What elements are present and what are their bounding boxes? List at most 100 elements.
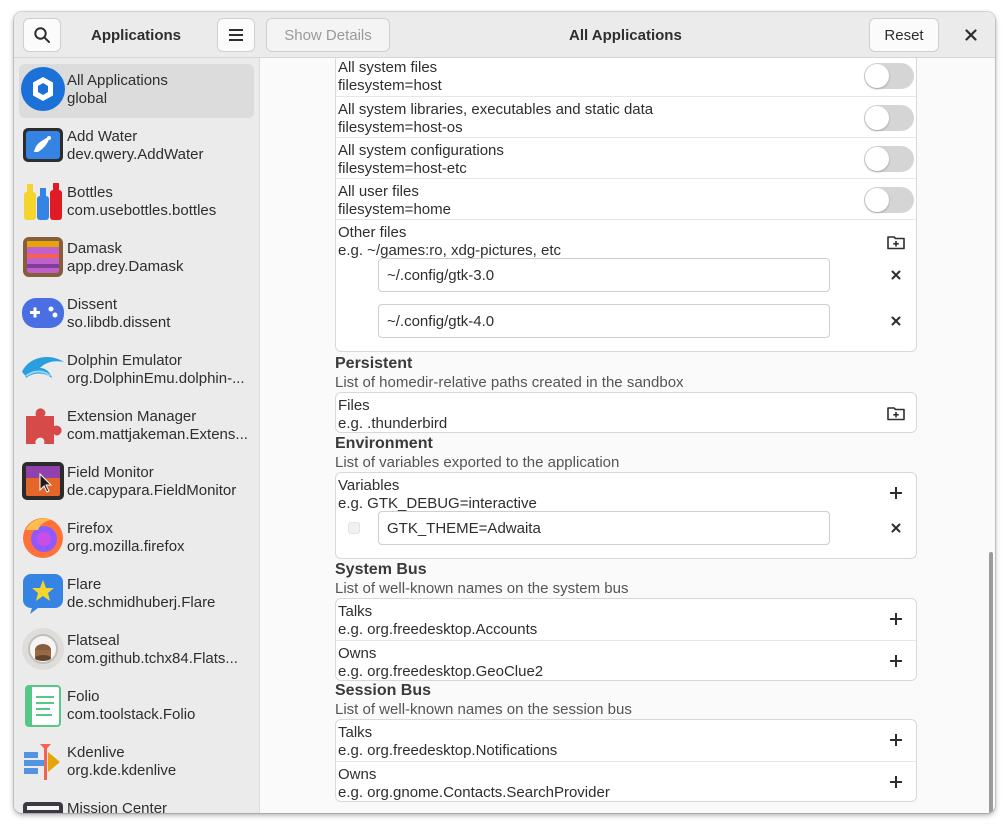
row-title: All system files [338,59,438,76]
sidebar-item-firefox[interactable]: Firefox org.mozilla.firefox [19,512,254,566]
add-system-owns-button[interactable] [884,649,908,673]
app-name: All Applications [67,72,168,89]
search-icon [34,27,50,43]
filesystem-host-etc-switch[interactable] [864,146,914,172]
sidebar-item-extension-manager[interactable]: Extension Manager com.mattjakeman.Extens… [19,400,254,454]
close-icon [965,29,977,41]
app-name: Kdenlive [67,744,125,761]
sidebar-item-dolphin-emulator[interactable]: Dolphin Emulator org.DolphinEmu.dolphin-… [19,344,254,398]
main-menu-button[interactable] [217,18,255,52]
row-subtitle: e.g. GTK_DEBUG=interactive [338,495,537,512]
app-id: global [67,90,108,107]
filesystem-home-switch[interactable] [864,187,914,213]
other-file-entry-2[interactable]: ~/.config/gtk-4.0 [378,304,830,338]
kdenlive-icon [20,738,66,784]
app-name: Folio [67,688,100,705]
sidebar-item-bottles[interactable]: Bottles com.usebottles.bottles [19,176,254,230]
close-icon [891,523,901,533]
row-title: Owns [338,645,377,662]
app-name: Dissent [67,296,118,313]
session-bus-section-title: Session Bus [335,682,432,699]
applications-sidebar: All Applications global Add Water dev.qw… [14,58,260,813]
app-name: Flare [67,576,102,593]
plus-icon [890,776,902,788]
search-button[interactable] [23,18,61,52]
app-name: Firefox [67,520,113,537]
sidebar-item-all-applications[interactable]: All Applications global [19,64,254,118]
add-system-talks-button[interactable] [884,607,908,631]
session-bus-section-description: List of well-known names on the session … [335,701,632,718]
puzzle-icon [20,402,66,448]
add-persistent-button[interactable] [884,401,908,425]
add-session-talks-button[interactable] [884,728,908,752]
row-subtitle: e.g. org.freedesktop.GeoClue2 [338,663,544,680]
main-scrollbar[interactable] [989,552,993,813]
sidebar-title: Applications [91,26,182,44]
sidebar-item-folio[interactable]: Folio com.toolstack.Folio [19,680,254,734]
row-title: Talks [338,603,373,620]
app-id: org.mozilla.firefox [67,538,185,555]
plus-icon [890,487,902,499]
add-other-file-button[interactable] [884,230,908,254]
sidebar-item-damask[interactable]: Damask app.drey.Damask [19,232,254,286]
row-subtitle: e.g. ~/games:ro, xdg-pictures, etc [338,242,562,259]
dolphin-icon [20,346,66,392]
app-id: com.toolstack.Folio [67,706,196,723]
variable-entry-1[interactable]: GTK_THEME=Adwaita [378,511,830,545]
sidebar-item-flatseal[interactable]: Flatseal com.github.tchx84.Flats... [19,624,254,678]
filesystem-row-host-os: All system libraries, executables and st… [336,96,916,137]
system-bus-owns-row: Owns e.g. org.freedesktop.GeoClue2 [336,640,916,681]
folio-icon [20,682,66,728]
filesystem-host-switch[interactable] [864,63,914,89]
field-monitor-icon [20,458,66,504]
row-title: All system libraries, executables and st… [338,101,654,118]
sidebar-item-flare[interactable]: Flare de.schmidhuberj.Flare [19,568,254,622]
show-details-button[interactable]: Show Details [266,18,390,52]
app-id: de.capypara.FieldMonitor [67,482,237,499]
filesystem-row-host-etc: All system configurations filesystem=hos… [336,137,916,178]
switch-knob [865,106,889,130]
environment-card: Variables e.g. GTK_DEBUG=interactive GTK… [335,472,917,559]
filesystem-host-os-switch[interactable] [864,105,914,131]
add-water-icon [20,122,66,168]
add-variable-button[interactable] [884,481,908,505]
header-bar: Applications Show Details All Applicatio… [14,12,995,58]
sidebar-item-field-monitor[interactable]: Field Monitor de.capypara.FieldMonitor [19,456,254,510]
damask-icon [20,234,66,280]
app-name: Dolphin Emulator [67,352,183,369]
sidebar-item-add-water[interactable]: Add Water dev.qwery.AddWater [19,120,254,174]
other-file-entry-1[interactable]: ~/.config/gtk-3.0 [378,258,830,292]
switch-knob [865,147,889,171]
app-name: Damask [67,240,123,257]
persistent-section-description: List of homedir-relative paths created i… [335,374,684,391]
persistent-files-row: Files e.g. .thunderbird [336,393,916,434]
close-icon [891,270,901,280]
add-session-owns-button[interactable] [884,770,908,794]
app-name: Mission Center [67,800,168,813]
sidebar-item-mission-center[interactable]: Mission Center [19,792,254,813]
close-icon [891,316,901,326]
app-id: org.kde.kdenlive [67,762,177,779]
remove-variable-1-button[interactable] [884,516,908,540]
app-id: de.schmidhuberj.Flare [67,594,216,611]
filesystem-row-home: All user files filesystem=home [336,178,916,219]
sidebar-item-kdenlive[interactable]: Kdenlive org.kde.kdenlive [19,736,254,790]
app-name: Extension Manager [67,408,197,425]
remove-other-file-1-button[interactable] [884,263,908,287]
persistent-section-title: Persistent [335,355,413,372]
plus-icon [890,613,902,625]
row-subtitle: filesystem=host-etc [338,160,467,177]
sidebar-item-dissent[interactable]: Dissent so.libdb.dissent [19,288,254,342]
switch-knob [865,64,889,88]
environment-variables-row: Variables e.g. GTK_DEBUG=interactive GTK… [336,473,916,558]
remove-other-file-2-button[interactable] [884,309,908,333]
app-id: com.mattjakeman.Extens... [67,426,248,443]
session-bus-owns-row: Owns e.g. org.gnome.Contacts.SearchProvi… [336,761,916,802]
flare-icon [20,570,66,616]
close-window-button[interactable] [959,23,983,47]
system-bus-section-title: System Bus [335,561,427,578]
reset-button[interactable]: Reset [869,18,939,52]
row-subtitle: e.g. org.gnome.Contacts.SearchProvider [338,784,610,801]
environment-section-description: List of variables exported to the applic… [335,454,620,471]
row-title: Other files [338,224,407,241]
